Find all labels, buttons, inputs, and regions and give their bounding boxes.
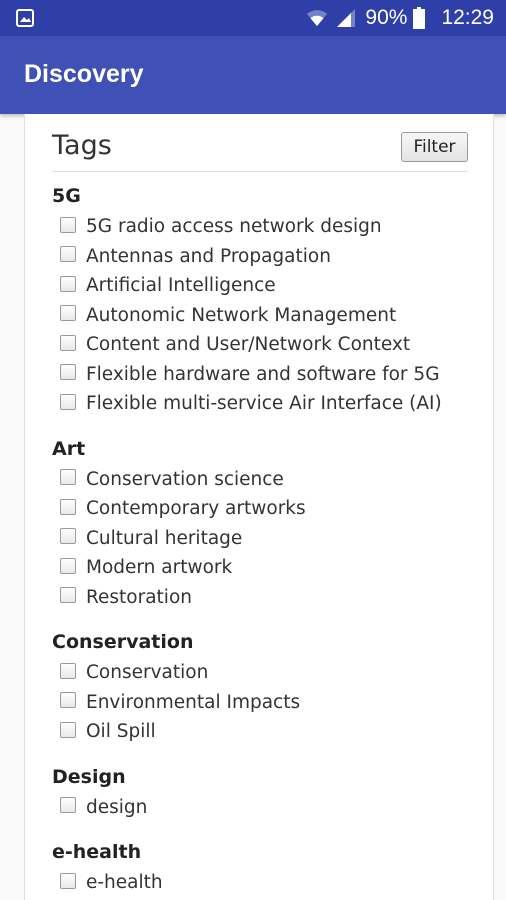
tag-row[interactable]: Autonomic Network Management xyxy=(52,301,482,331)
tag-groups: 5G 5G radio access network design Antennas… xyxy=(52,182,482,900)
tag-row[interactable]: Cultural heritage xyxy=(52,524,482,554)
tag-group: Conservation Conservation Environmental Im… xyxy=(52,628,482,747)
tag-checkbox[interactable] xyxy=(60,275,76,292)
tag-group-title: 5G xyxy=(52,185,81,207)
tag-label: Content and User/Network Context xyxy=(86,334,411,356)
battery-icon xyxy=(413,7,426,29)
signal-icon xyxy=(337,9,356,27)
tag-label: Conservation xyxy=(86,662,209,684)
app-title: Discovery xyxy=(24,60,144,88)
tag-label: Antennas and Propagation xyxy=(86,245,331,267)
tag-label: Oil Spill xyxy=(86,721,156,743)
tag-checkbox[interactable] xyxy=(60,872,76,889)
tag-checkbox[interactable] xyxy=(60,334,76,351)
tag-label: Modern artwork xyxy=(86,557,233,579)
tag-row[interactable]: Contemporary artworks xyxy=(52,494,482,524)
tags-panel: Tags Filter 5G 5G radio access network de… xyxy=(24,114,494,900)
tag-list: 5G radio access network design Antennas a… xyxy=(52,212,482,419)
tag-checkbox[interactable] xyxy=(60,557,76,574)
tag-label: design xyxy=(86,796,148,818)
tag-row[interactable]: Oil Spill xyxy=(52,717,482,747)
battery-percentage: 90% xyxy=(365,6,408,29)
tag-checkbox[interactable] xyxy=(60,364,76,381)
tag-row[interactable]: Restoration xyxy=(52,583,482,613)
tag-group-title: Art xyxy=(52,437,86,460)
app-bar: Discovery xyxy=(0,36,506,114)
tag-checkbox[interactable] xyxy=(60,216,76,233)
tag-row[interactable]: e-health xyxy=(52,868,482,898)
tag-row[interactable]: Modern artwork xyxy=(52,553,482,583)
tag-row[interactable]: Antennas and Propagation xyxy=(52,242,482,272)
tag-label: Conservation science xyxy=(86,468,284,490)
tag-label: Flexible multi-service Air Interface (AI… xyxy=(86,393,442,415)
tag-checkbox[interactable] xyxy=(60,528,76,545)
tag-label: Cultural heritage xyxy=(86,527,243,549)
tag-row[interactable]: Environmental Impacts xyxy=(52,688,482,718)
tag-row[interactable]: Flexible multi-service Air Interface (AI… xyxy=(52,389,482,419)
tag-row[interactable]: 5G radio access network design xyxy=(52,212,482,242)
tags-title: Tags xyxy=(52,130,112,161)
tag-row[interactable]: Flexible hardware and software for 5G xyxy=(52,360,482,390)
tag-label: e-health xyxy=(86,872,163,894)
tag-group-title: Design xyxy=(52,765,126,788)
tag-list: Conservation science Contemporary artwork… xyxy=(52,465,482,613)
tag-row[interactable]: Conservation xyxy=(52,658,482,688)
tag-label: Flexible hardware and software for 5G xyxy=(86,363,440,385)
tags-header: Tags Filter xyxy=(52,128,468,172)
tag-checkbox[interactable] xyxy=(60,305,76,322)
tag-group: Design design xyxy=(52,763,482,823)
wifi-icon xyxy=(307,10,328,26)
clock: 12:29 xyxy=(441,6,494,29)
tag-checkbox[interactable] xyxy=(60,587,76,604)
tag-checkbox[interactable] xyxy=(60,797,76,814)
image-notification-icon xyxy=(16,9,34,27)
tag-row[interactable]: design xyxy=(52,793,482,823)
filter-button[interactable]: Filter xyxy=(401,132,468,162)
tag-label: Autonomic Network Management xyxy=(86,304,397,326)
tag-label: Restoration xyxy=(86,586,192,608)
tag-checkbox[interactable] xyxy=(60,692,76,709)
tag-list: e-health xyxy=(52,868,482,898)
tag-checkbox[interactable] xyxy=(60,469,76,486)
tag-row[interactable]: Content and User/Network Context xyxy=(52,330,482,360)
tag-group: e-health e-health xyxy=(52,838,482,898)
tag-label: Artificial Intelligence xyxy=(86,275,276,297)
tag-group-title: Conservation xyxy=(52,631,194,653)
tag-group: Art Conservation science Contemporary artw… xyxy=(52,435,482,613)
tag-list: Conservation Environmental Impacts Oil Spi… xyxy=(52,658,482,747)
tag-checkbox[interactable] xyxy=(60,393,76,410)
tag-label: Contemporary artworks xyxy=(86,498,306,520)
tag-group-title: e-health xyxy=(52,841,142,863)
tag-list: design xyxy=(52,793,482,823)
tag-row[interactable]: Artificial Intelligence xyxy=(52,271,482,301)
status-bar: 90% 12:29 xyxy=(0,0,506,36)
tag-label: 5G radio access network design xyxy=(86,216,382,238)
tag-checkbox[interactable] xyxy=(60,721,76,738)
tag-checkbox[interactable] xyxy=(60,246,76,263)
tag-checkbox[interactable] xyxy=(60,662,76,679)
tag-group: 5G 5G radio access network design Antennas… xyxy=(52,182,482,419)
tag-label: Environmental Impacts xyxy=(86,691,301,713)
tag-row[interactable]: Conservation science xyxy=(52,465,482,495)
tag-checkbox[interactable] xyxy=(60,498,76,515)
